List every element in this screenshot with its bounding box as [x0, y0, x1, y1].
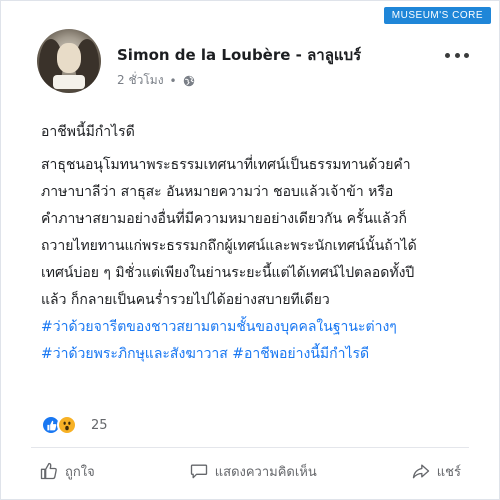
post-body-line: ภาษาบาลีว่า สาธุสะ อันหมายความว่า ชอบแล้…: [41, 184, 394, 200]
actions-divider: [31, 447, 469, 448]
author-name[interactable]: Simon de la Loubère - ลาลูแบร์: [117, 43, 361, 67]
like-label: ถูกใจ: [65, 464, 95, 480]
hashtag-line[interactable]: #ว่าด้วยพระภิกษุและสังฆาวาส #อาชีพอย่างน…: [41, 341, 459, 368]
reaction-count: 25: [91, 417, 108, 433]
more-dot: [464, 52, 469, 58]
post-body-line: แล้ว ก็กลายเป็นคนร่ำรวยไปได้อย่างสบายทีเ…: [41, 292, 330, 308]
post-actions: ถูกใจ แสดงความคิดเห็น แชร์: [31, 457, 469, 485]
more-options-button[interactable]: [445, 51, 469, 59]
post-time[interactable]: 2 ชั่วโมง: [117, 71, 164, 90]
thumbs-up-icon: [40, 462, 57, 480]
comment-label: แสดงความคิดเห็น: [214, 464, 317, 480]
globe-icon[interactable]: [183, 75, 195, 87]
meta-separator: •: [169, 73, 177, 88]
post-body-line: ถวายไทยทานแก่พระธรรมกถึกผู้เทศน์และพระนั…: [41, 238, 417, 254]
comment-button[interactable]: แสดงความคิดเห็น: [181, 457, 325, 486]
post-meta: 2 ชั่วโมง •: [117, 71, 195, 90]
post-body-line: เทศน์บ่อย ๆ มิชั่วแต่เพียงในย่านระยะนี้แ…: [41, 265, 415, 281]
post-header: Simon de la Loubère - ลาลูแบร์ 2 ชั่วโมง…: [37, 29, 469, 93]
comment-bubble-icon: [190, 464, 207, 479]
share-button[interactable]: แชร์: [403, 457, 469, 486]
post-card: MUSEUM'S CORE Simon de la Loubère - ลาลู…: [0, 0, 500, 500]
avatar-face: [57, 43, 81, 73]
share-arrow-icon: [412, 464, 429, 479]
reactions-summary[interactable]: 25: [41, 415, 108, 435]
post-body-line: สาธุชนอนุโมทนาพระธรรมเทศนาที่เทศน์เป็นธร…: [41, 157, 411, 173]
post-content: อาชีพนี้มีกำไรดี สาธุชนอนุโมทนาพระธรรมเท…: [41, 119, 459, 368]
share-label: แชร์: [436, 464, 461, 480]
brand-badge: MUSEUM'S CORE: [383, 7, 491, 24]
reaction-icons: [41, 415, 77, 435]
avatar[interactable]: [37, 29, 101, 93]
like-button[interactable]: ถูกใจ: [31, 457, 103, 486]
more-dot: [445, 52, 450, 58]
wow-reaction-icon: [57, 415, 77, 435]
more-dot: [454, 52, 460, 58]
post-title: อาชีพนี้มีกำไรดี: [41, 124, 135, 140]
hashtag-line[interactable]: #ว่าด้วยจารีตของชาวสยามตามชั้นของบุคคลใน…: [41, 314, 459, 341]
post-body-line: คำภาษาสยามอย่างอื่นที่มีความหมายอย่างเดี…: [41, 211, 407, 227]
avatar-collar: [53, 75, 85, 89]
